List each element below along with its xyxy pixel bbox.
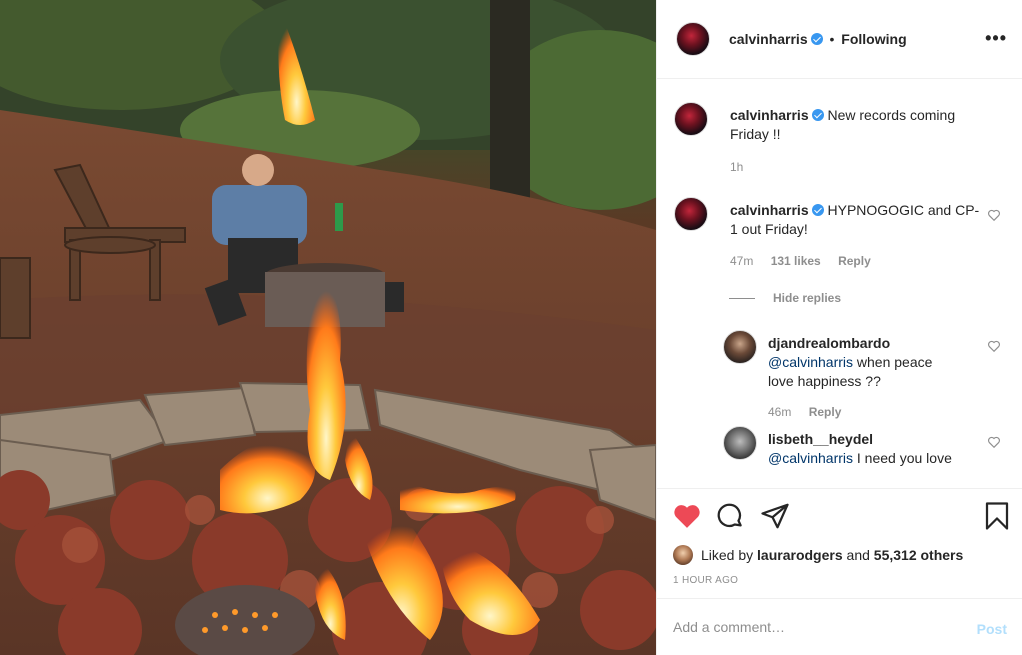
heart-icon[interactable] — [672, 501, 702, 531]
reply-mention[interactable]: @calvinharris — [768, 354, 853, 370]
verified-badge-icon — [810, 33, 823, 45]
post-actions: Liked by laurarodgers and 55,312 others … — [657, 488, 1022, 598]
comments-list[interactable]: calvinharris New records coming Friday !… — [657, 80, 1022, 488]
author-avatar[interactable] — [676, 22, 710, 56]
caption-meta: 1h — [730, 160, 743, 174]
post-comment-button[interactable]: Post — [977, 621, 1007, 637]
comment-meta: 47m 131 likes Reply — [730, 254, 871, 268]
liker-username[interactable]: laurarodgers — [757, 547, 843, 563]
add-comment-bar: Post — [657, 598, 1022, 655]
caption: calvinharris New records coming Friday !… — [674, 102, 1014, 182]
reply-text: I need you love — [856, 450, 952, 466]
instagram-post: calvinharris • Following ••• calvinharri… — [0, 0, 1022, 655]
likes-others[interactable]: 55,312 others — [874, 547, 964, 563]
post-photo[interactable] — [0, 0, 656, 655]
reply-meta: 46m Reply — [768, 405, 841, 419]
post-header: calvinharris • Following ••• — [657, 0, 1022, 79]
reply-time[interactable]: 46m — [768, 405, 791, 419]
verified-badge-icon — [811, 109, 824, 121]
comment-body: calvinharris HYPNOGOGIC and CP-1 out Fri… — [730, 201, 980, 239]
separator-dot: • — [829, 31, 835, 47]
post-sidebar: calvinharris • Following ••• calvinharri… — [656, 0, 1022, 655]
comment-item: calvinharris HYPNOGOGIC and CP-1 out Fri… — [674, 197, 1022, 277]
following-button[interactable]: Following — [841, 31, 906, 47]
reply-like-heart-icon[interactable] — [987, 435, 1001, 449]
comment-time[interactable]: 47m — [730, 254, 753, 268]
reply-avatar[interactable] — [723, 330, 757, 364]
verified-badge-icon — [811, 204, 824, 216]
caption-avatar[interactable] — [674, 102, 708, 136]
reply-like-heart-icon[interactable] — [987, 339, 1001, 353]
likes-summary: Liked by laurarodgers and 55,312 others — [673, 545, 963, 565]
reply-body: djandrealombardo @calvinharris when peac… — [768, 334, 958, 391]
share-icon[interactable] — [760, 501, 790, 531]
add-comment-input[interactable] — [673, 617, 953, 637]
bookmark-icon[interactable] — [982, 501, 1012, 531]
liker-avatar[interactable] — [673, 545, 693, 565]
author-username[interactable]: calvinharris — [729, 31, 808, 47]
hide-replies-line — [729, 298, 755, 300]
post-timestamp[interactable]: 1 HOUR AGO — [673, 575, 738, 586]
hide-replies-button[interactable]: Hide replies — [729, 291, 841, 305]
likes-connector: and — [846, 547, 870, 563]
reply-body: lisbeth__heydel @calvinharris I need you… — [768, 430, 958, 468]
reply-avatar[interactable] — [723, 426, 757, 460]
reply-item: lisbeth__heydel @calvinharris I need you… — [723, 426, 1022, 488]
hide-replies-label: Hide replies — [773, 291, 842, 305]
likes-prefix: Liked by — [701, 547, 754, 563]
reply-mention[interactable]: @calvinharris — [768, 450, 853, 466]
author-line: calvinharris • Following — [729, 31, 907, 47]
caption-username[interactable]: calvinharris — [730, 107, 809, 123]
caption-body: calvinharris New records coming Friday !… — [730, 106, 980, 144]
more-options-icon[interactable]: ••• — [985, 28, 1007, 49]
campfire-scene-image — [0, 0, 656, 655]
comment-reply-button[interactable]: Reply — [838, 254, 871, 268]
reply-item: djandrealombardo @calvinharris when peac… — [723, 330, 1022, 420]
comment-avatar[interactable] — [674, 197, 708, 231]
comment-icon[interactable] — [715, 501, 745, 531]
reply-username[interactable]: lisbeth__heydel — [768, 431, 873, 447]
reply-username[interactable]: djandrealombardo — [768, 335, 890, 351]
reply-reply-button[interactable]: Reply — [809, 405, 842, 419]
comment-like-heart-icon[interactable] — [987, 208, 1001, 222]
comment-username[interactable]: calvinharris — [730, 202, 809, 218]
caption-time[interactable]: 1h — [730, 160, 743, 174]
comment-likes-count[interactable]: 131 likes — [771, 254, 821, 268]
